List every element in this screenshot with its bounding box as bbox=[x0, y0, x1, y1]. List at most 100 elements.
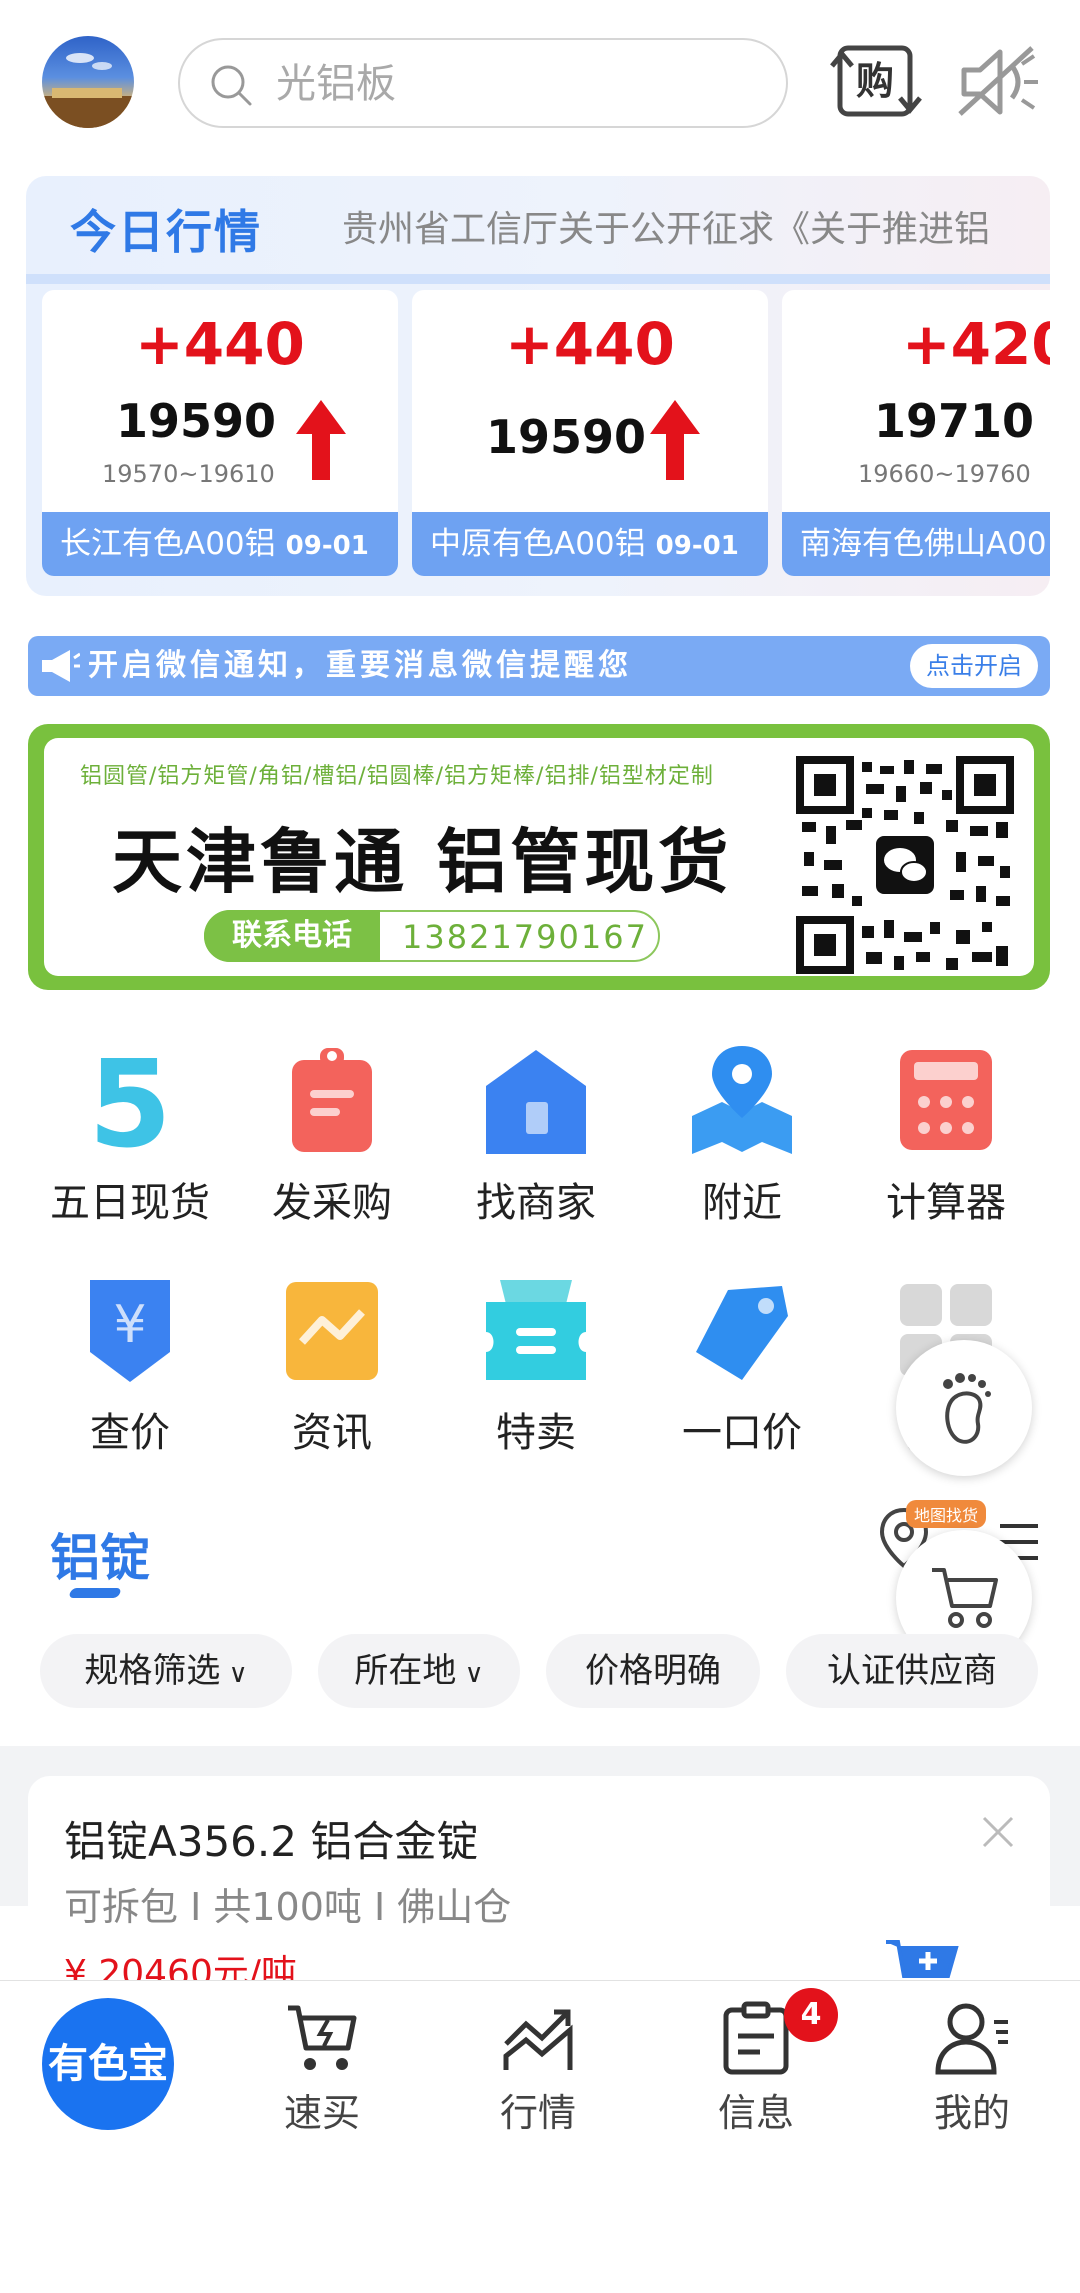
chevron-down-icon: ∨ bbox=[220, 1659, 248, 1689]
grid-item-label: 五日现货 bbox=[50, 1180, 210, 1226]
qr-code-icon bbox=[796, 756, 1014, 974]
grid-item-label: 找商家 bbox=[476, 1180, 596, 1226]
ad-categories: 铝圆管/铝方矩管/角铝/槽铝/铝圆棒/铝方矩棒/铝排/铝型材定制 bbox=[80, 764, 714, 789]
map-search-badge: 地图找货 bbox=[906, 1500, 987, 1528]
map-pin-icon bbox=[692, 1046, 792, 1154]
filter-certified[interactable]: 认证供应商 bbox=[786, 1634, 1038, 1708]
filter-location[interactable]: 所在地 ∨ bbox=[318, 1634, 520, 1708]
grid-item-label: 资讯 bbox=[292, 1410, 372, 1456]
price-value: 19590 bbox=[116, 394, 277, 448]
up-arrow-icon bbox=[650, 400, 700, 480]
nav-item-quick-buy[interactable]: 速买 bbox=[242, 2000, 402, 2135]
section-title[interactable]: 铝锭 bbox=[50, 1518, 150, 1590]
up-arrow-icon bbox=[296, 400, 346, 480]
market-date: 09-01 bbox=[285, 531, 369, 561]
avatar[interactable] bbox=[42, 36, 134, 128]
wechat-notify-banner[interactable]: 开启微信通知，重要消息微信提醒您 点击开启 bbox=[28, 636, 1050, 696]
add-to-cart-icon[interactable] bbox=[884, 1936, 960, 1986]
ad-phone-label: 联系电话 bbox=[204, 910, 380, 962]
nav-label: 信息 bbox=[717, 2091, 794, 2135]
news-chart-icon bbox=[286, 1282, 378, 1380]
svg-text:5: 5 bbox=[88, 1046, 172, 1156]
filter-label: 认证供应商 bbox=[827, 1651, 997, 1691]
tag-icon bbox=[696, 1286, 788, 1380]
ad-title: 天津鲁通 铝管现货 bbox=[112, 820, 733, 903]
ad-banner[interactable]: 铝圆管/铝方矩管/角铝/槽铝/铝圆棒/铝方矩棒/铝排/铝型材定制 天津鲁通 铝管… bbox=[28, 724, 1050, 990]
nav-item-market[interactable]: 行情 bbox=[458, 2000, 618, 2135]
grid-item-fixed-price[interactable]: 一口价 bbox=[652, 1276, 832, 1466]
message-clipboard-icon bbox=[723, 2001, 789, 2075]
filter-price-clear[interactable]: 价格明确 bbox=[546, 1634, 760, 1708]
enable-notify-button[interactable]: 点击开启 bbox=[910, 644, 1038, 688]
megaphone-icon bbox=[42, 650, 80, 682]
search-bar[interactable]: 光铝板 bbox=[178, 38, 788, 128]
ad-phone: 联系电话 13821790167 bbox=[204, 910, 660, 962]
nav-label: 速买 bbox=[283, 2091, 360, 2135]
market-date: 09-01 bbox=[655, 531, 739, 561]
ticket-icon bbox=[486, 1280, 586, 1380]
price-value: 19710 bbox=[874, 394, 1035, 448]
search-input[interactable]: 光铝板 bbox=[276, 58, 396, 110]
nav-label: 我的 bbox=[933, 2091, 1010, 2135]
price-card[interactable]: +440 19590 中原有色A00铝 09-01 bbox=[412, 290, 768, 576]
notify-text: 开启微信通知，重要消息微信提醒您 bbox=[88, 648, 632, 683]
market-news-ticker[interactable]: 贵州省工信厅关于公开征求《关于推进铝 bbox=[342, 200, 1042, 252]
grid-item-find-merchant[interactable]: 找商家 bbox=[446, 1046, 626, 1236]
yen-shield-icon: ¥ bbox=[90, 1280, 170, 1382]
filter-label: 所在地 bbox=[354, 1651, 457, 1691]
market-name: 南海有色佛山A00 bbox=[800, 526, 1047, 562]
price-range: 19660~19760 bbox=[858, 460, 1031, 488]
market-card: 今日行情 贵州省工信厅关于公开征求《关于推进铝 +440 19590 19570… bbox=[26, 176, 1050, 596]
filter-label: 价格明确 bbox=[585, 1651, 721, 1691]
price-card[interactable]: +420 19710 19660~19760 南海有色佛山A00 bbox=[782, 290, 1050, 576]
nav-home-logo[interactable]: 有色宝 bbox=[42, 1998, 174, 2130]
divider bbox=[26, 274, 1050, 284]
search-icon bbox=[206, 60, 256, 114]
cart-flash-icon bbox=[288, 2005, 357, 2070]
calculator-icon bbox=[900, 1050, 992, 1150]
footprint-icon bbox=[943, 1373, 991, 1444]
nav-label: 行情 bbox=[499, 2091, 576, 2135]
price-value: 19590 bbox=[486, 410, 647, 464]
market-name: 中原有色A00铝 bbox=[430, 526, 646, 562]
nav-item-profile[interactable]: 我的 bbox=[892, 2000, 1052, 2135]
grid-item-label: 计算器 bbox=[886, 1180, 1006, 1226]
grid-item-label: 一口价 bbox=[682, 1410, 802, 1456]
footprint-button[interactable] bbox=[896, 1340, 1032, 1476]
market-name: 长江有色A00铝 bbox=[60, 526, 276, 562]
price-range: 19570~19610 bbox=[102, 460, 275, 488]
grid-item-nearby[interactable]: 附近 bbox=[652, 1046, 832, 1236]
grid-item-label: 附近 bbox=[702, 1180, 782, 1226]
chevron-down-icon: ∨ bbox=[456, 1659, 484, 1689]
house-icon bbox=[486, 1050, 586, 1154]
grid-item-label: 特卖 bbox=[496, 1410, 576, 1456]
market-title: 今日行情 bbox=[70, 205, 262, 259]
trend-chart-icon bbox=[503, 2009, 573, 2070]
list-item[interactable]: 铝锭A356.2 铝合金锭 可拆包 I 共100吨 I 佛山仓 ¥ 20460元… bbox=[28, 1776, 1050, 1994]
ad-phone-number: 13821790167 bbox=[402, 918, 648, 956]
user-profile-icon bbox=[935, 2003, 1008, 2075]
price-card[interactable]: +440 19590 19570~19610 长江有色A00铝 09-01 bbox=[42, 290, 398, 576]
svg-text:¥: ¥ bbox=[113, 1295, 146, 1355]
mute-icon[interactable] bbox=[956, 42, 1040, 122]
buy-icon-text: 购 bbox=[856, 59, 894, 103]
listing-title: 铝锭A356.2 铝合金锭 bbox=[64, 1817, 479, 1866]
buy-switch-icon[interactable]: 购 bbox=[830, 40, 922, 124]
grid-item-special-sale[interactable]: 特卖 bbox=[446, 1276, 626, 1466]
grid-item-news[interactable]: 资讯 bbox=[242, 1276, 422, 1466]
price-change: +440 bbox=[505, 310, 675, 378]
grid-item-label: 查价 bbox=[90, 1410, 170, 1456]
filter-label: 规格筛选 bbox=[84, 1651, 221, 1691]
close-icon[interactable] bbox=[982, 1816, 1014, 1848]
unread-badge: 4 bbox=[784, 1988, 838, 2042]
price-change: +420 bbox=[902, 310, 1050, 378]
grid-item-post-purchase[interactable]: 发采购 bbox=[242, 1046, 422, 1236]
five-icon: 5 bbox=[88, 1046, 172, 1156]
grid-item-calculator[interactable]: 计算器 bbox=[856, 1046, 1036, 1236]
listing-subtitle: 可拆包 I 共100吨 I 佛山仓 bbox=[64, 1885, 512, 1929]
filter-spec[interactable]: 规格筛选 ∨ bbox=[40, 1634, 292, 1708]
grid-item-price-check[interactable]: ¥ 查价 bbox=[40, 1276, 220, 1466]
grid-item-five-day-spot[interactable]: 5 五日现货 bbox=[40, 1046, 220, 1236]
cart-icon bbox=[932, 1568, 998, 1628]
section-underline bbox=[68, 1588, 122, 1598]
